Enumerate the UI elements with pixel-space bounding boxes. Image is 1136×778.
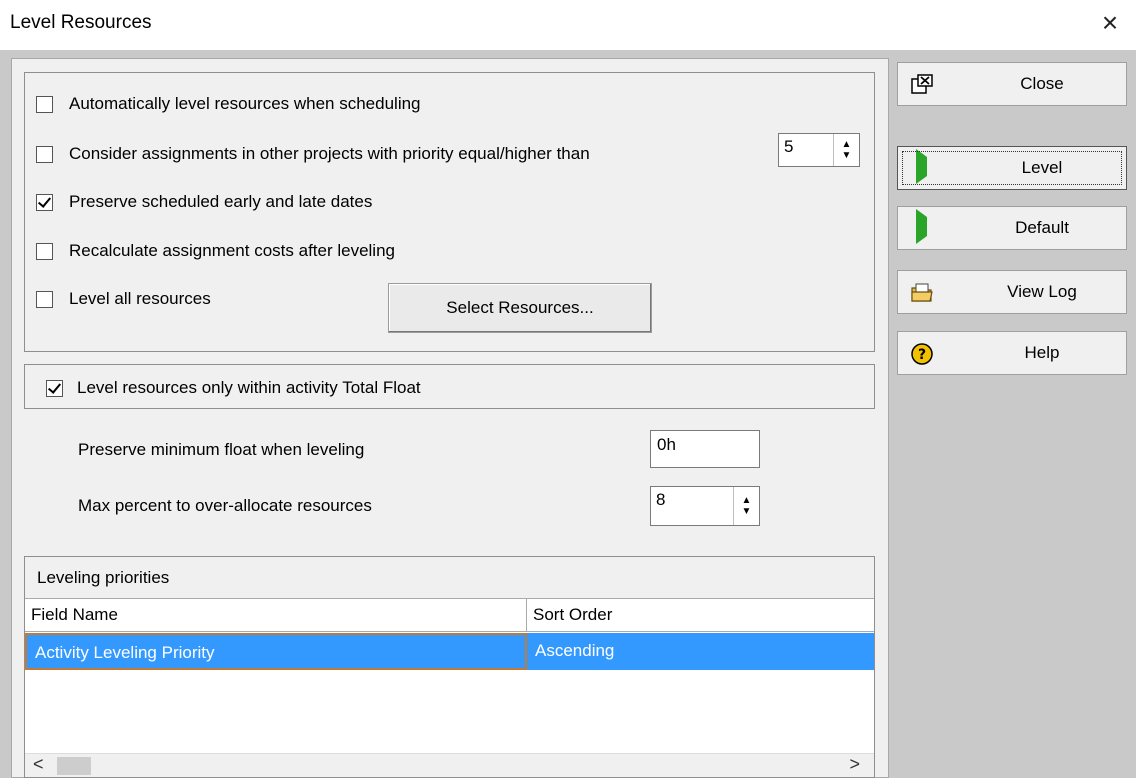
default-button-label: Default — [1015, 218, 1069, 237]
default-button[interactable]: Default — [897, 206, 1127, 250]
svg-text:?: ? — [918, 347, 926, 363]
help-icon: ? — [910, 342, 934, 366]
dialog-title: Level Resources — [10, 12, 152, 33]
max-percent-spinner[interactable]: 8 ▲ ▼ — [650, 486, 760, 526]
help-button[interactable]: ? Help — [897, 331, 1127, 375]
scroll-right-icon[interactable]: > — [849, 754, 860, 775]
play-icon — [910, 149, 934, 184]
auto-level-checkbox[interactable] — [36, 95, 53, 113]
consider-other-option[interactable]: Consider assignments in other projects w… — [36, 144, 590, 164]
preserve-dates-option[interactable]: Preserve scheduled early and late dates — [36, 192, 372, 212]
preserve-dates-label: Preserve scheduled early and late dates — [69, 192, 373, 211]
min-float-label: Preserve minimum float when leveling — [78, 440, 365, 459]
min-float-input[interactable]: 0h — [650, 430, 760, 468]
horizontal-scrollbar[interactable]: < > — [25, 753, 874, 777]
grid-header: Field Name Sort Order — [25, 599, 874, 632]
recalc-costs-option[interactable]: Recalculate assignment costs after level… — [36, 241, 395, 261]
spin-up-icon[interactable]: ▲ — [842, 139, 852, 150]
preserve-dates-checkbox[interactable] — [36, 193, 53, 211]
level-all-label: Level all resources — [69, 289, 211, 308]
view-log-button[interactable]: View Log — [897, 270, 1127, 314]
priority-spinner[interactable]: 5 ▲ ▼ — [778, 133, 860, 167]
leveling-priorities-grid: Leveling priorities Field Name Sort Orde… — [24, 556, 875, 778]
level-all-checkbox[interactable] — [36, 290, 53, 308]
view-log-button-label: View Log — [1007, 282, 1077, 301]
spin-down-icon[interactable]: ▼ — [842, 150, 852, 161]
level-button[interactable]: Level — [897, 146, 1127, 190]
row-order-cell[interactable]: Ascending — [527, 633, 874, 670]
priority-value[interactable]: 5 — [779, 134, 833, 166]
level-all-option[interactable]: Level all resources — [36, 289, 211, 309]
total-float-checkbox[interactable] — [46, 379, 63, 397]
grid-caption: Leveling priorities — [25, 557, 874, 599]
table-row[interactable]: Activity Leveling Priority Ascending — [25, 633, 874, 670]
consider-other-checkbox[interactable] — [36, 145, 53, 163]
auto-level-option[interactable]: Automatically level resources when sched… — [36, 94, 421, 114]
auto-level-label: Automatically level resources when sched… — [69, 94, 421, 113]
scroll-thumb[interactable] — [57, 757, 91, 775]
spin-up-icon[interactable]: ▲ — [742, 495, 752, 506]
column-header-sort-order[interactable]: Sort Order — [527, 599, 874, 631]
close-button-label: Close — [1020, 74, 1064, 93]
column-header-field-name[interactable]: Field Name — [25, 599, 527, 631]
consider-other-label: Consider assignments in other projects w… — [69, 144, 590, 163]
row-field-cell[interactable]: Activity Leveling Priority — [25, 633, 527, 670]
level-button-label: Level — [1021, 158, 1063, 177]
close-icon[interactable]: × — [1093, 6, 1127, 40]
priority-spin-arrows[interactable]: ▲ ▼ — [833, 134, 859, 166]
close-button[interactable]: Close — [897, 62, 1127, 106]
recalc-costs-checkbox[interactable] — [36, 242, 53, 260]
help-button-label: Help — [1024, 343, 1060, 362]
close-dialog-icon — [910, 73, 934, 97]
play-icon — [910, 209, 934, 244]
spin-down-icon[interactable]: ▼ — [742, 506, 752, 517]
max-percent-value[interactable]: 8 — [651, 487, 733, 525]
select-resources-button[interactable]: Select Resources... — [388, 283, 652, 333]
folder-icon — [910, 281, 934, 305]
max-percent-spin-arrows[interactable]: ▲ ▼ — [733, 487, 759, 525]
total-float-option[interactable]: Level resources only within activity Tot… — [46, 378, 421, 398]
max-percent-label: Max percent to over-allocate resources — [78, 496, 372, 515]
total-float-label: Level resources only within activity Tot… — [77, 378, 421, 397]
scroll-left-icon[interactable]: < — [33, 754, 44, 775]
title-bar: Level Resources × — [0, 0, 1136, 50]
recalc-costs-label: Recalculate assignment costs after level… — [69, 241, 395, 260]
